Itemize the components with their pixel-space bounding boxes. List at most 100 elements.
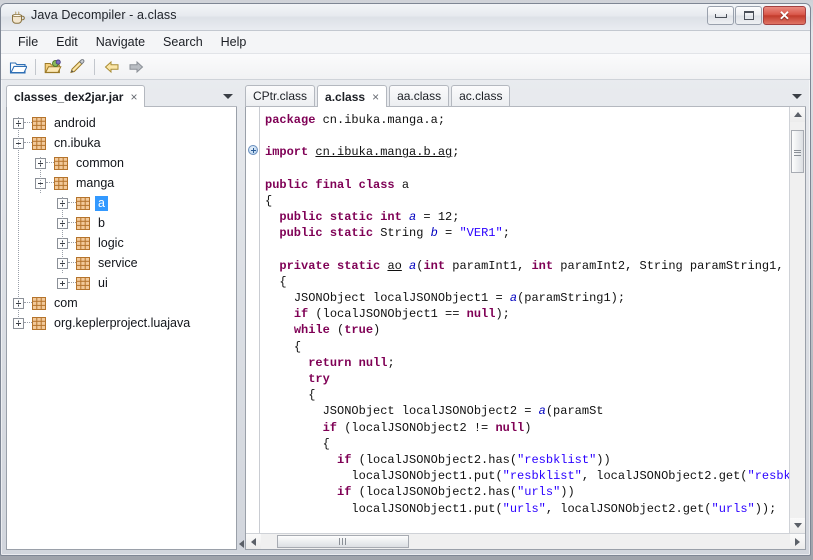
code-editor[interactable]: package cn.ibuka.manga.a; import cn.ibuk…	[245, 107, 806, 550]
code-line: if (localJSONObject1 == null);	[293, 307, 510, 322]
close-icon[interactable]: ×	[372, 90, 379, 104]
tree-item-com[interactable]: com	[7, 293, 236, 313]
jar-tab-bar: classes_dex2jar.jar ×	[6, 82, 237, 107]
tree-item-service[interactable]: service	[7, 253, 236, 273]
code-line: package cn.ibuka.manga.a;	[265, 113, 446, 127]
package-icon	[54, 176, 68, 190]
menu-item-help[interactable]: Help	[212, 33, 256, 51]
menu-item-navigate[interactable]: Navigate	[87, 33, 154, 51]
source-code-text[interactable]: package cn.ibuka.manga.a; import cn.ibuk…	[260, 107, 789, 533]
code-line: {	[265, 193, 273, 208]
tree-guide-line	[40, 157, 42, 193]
expand-plus-icon[interactable]	[248, 145, 258, 155]
scroll-up-button[interactable]	[790, 107, 805, 122]
maximize-button[interactable]	[735, 6, 762, 25]
code-line: return null;	[308, 355, 395, 370]
tree-item-android[interactable]: android	[7, 113, 236, 133]
close-icon[interactable]: ×	[130, 90, 137, 104]
open-folder-icon[interactable]	[7, 56, 29, 77]
open-type-icon[interactable]	[42, 56, 64, 77]
tree-connector	[68, 222, 76, 224]
back-arrow-icon[interactable]	[101, 56, 123, 77]
package-explorer-panel: classes_dex2jar.jar × android cn.ibuka com…	[1, 78, 237, 555]
package-icon	[32, 316, 46, 330]
panel-splitter[interactable]	[237, 78, 245, 555]
editor-horizontal-scrollbar[interactable]	[246, 533, 805, 549]
scroll-left-button[interactable]	[246, 534, 261, 549]
menu-item-edit[interactable]: Edit	[47, 33, 87, 51]
code-line: {	[322, 436, 330, 451]
window-controls: ✕	[707, 6, 806, 25]
code-line: try	[308, 372, 330, 386]
editor-tab-a[interactable]: a.class ×	[317, 85, 388, 107]
expand-plus-icon[interactable]	[57, 277, 68, 289]
tree-connector	[24, 122, 32, 124]
tree-connector	[24, 302, 32, 304]
code-line: import cn.ibuka.manga.b.ag;	[265, 145, 460, 160]
tree-item-label: a	[95, 195, 108, 211]
package-icon	[32, 136, 46, 150]
code-line: public static String b = "VER1";	[279, 226, 510, 241]
code-line: if (localJSONObject2.has("resbklist"))	[337, 452, 611, 467]
code-line: {	[293, 339, 302, 354]
source-editor-panel: CPtr.class a.class × aa.class ac.class p…	[245, 78, 810, 555]
tree-connector	[68, 242, 76, 244]
toolbar	[1, 54, 810, 80]
package-icon	[76, 256, 90, 270]
scroll-down-button[interactable]	[790, 518, 805, 533]
package-icon	[54, 156, 68, 170]
arrow-left-icon[interactable]	[238, 540, 244, 548]
forward-arrow-icon[interactable]	[125, 56, 147, 77]
tree-item-label: logic	[98, 235, 124, 250]
horizontal-scroll-thumb[interactable]	[276, 535, 410, 548]
menu-item-search[interactable]: Search	[154, 33, 212, 51]
code-line: private static ao a(int paramInt1, int p…	[279, 258, 789, 273]
package-tree-container[interactable]: android cn.ibuka common manga a b logic service…	[6, 107, 237, 550]
jar-tab-classes-dex2jar[interactable]: classes_dex2jar.jar ×	[6, 85, 146, 107]
menu-item-file[interactable]: File	[9, 33, 47, 51]
tree-item-a[interactable]: a	[7, 193, 236, 213]
edit-pencil-icon[interactable]	[66, 56, 88, 77]
editor-vertical-scrollbar[interactable]	[789, 107, 805, 533]
application-window: Java Decompiler - a.class ✕ File Edit Na…	[0, 3, 811, 556]
tree-item-org-keplerproject-luajava[interactable]: org.keplerproject.luajava	[7, 313, 236, 333]
vertical-scroll-thumb[interactable]	[791, 129, 804, 174]
tree-connector	[68, 282, 76, 284]
code-line: if (localJSONObject2 != null)	[322, 420, 532, 435]
menu-bar: File Edit Navigate Search Help	[1, 31, 810, 54]
arrow-down-icon	[793, 523, 802, 528]
tree-item-cn-ibuka[interactable]: cn.ibuka	[7, 133, 236, 153]
editor-tab-aa[interactable]: aa.class	[389, 85, 450, 106]
arrow-left-icon	[251, 537, 256, 546]
minimize-button[interactable]	[707, 6, 734, 25]
toolbar-separator	[35, 58, 36, 75]
tree-item-label: android	[54, 115, 96, 130]
fold-gutter[interactable]	[246, 107, 260, 533]
tree-item-label: com	[54, 295, 78, 310]
chevron-down-icon[interactable]	[790, 89, 804, 103]
code-line: if (localJSONObject2.has("urls"))	[337, 485, 575, 500]
code-line: {	[308, 388, 316, 403]
package-icon	[76, 276, 90, 290]
close-icon: ✕	[779, 8, 790, 23]
tree-item-ui[interactable]: ui	[7, 273, 236, 293]
maximize-icon	[743, 11, 754, 20]
tree-item-b[interactable]: b	[7, 213, 236, 233]
tree-item-logic[interactable]: logic	[7, 233, 236, 253]
editor-tab-ac[interactable]: ac.class	[451, 85, 511, 106]
tree-connector	[46, 162, 54, 164]
tree-connector	[24, 142, 32, 144]
arrow-up-icon	[793, 112, 802, 117]
close-button[interactable]: ✕	[763, 6, 806, 25]
editor-tab-bar: CPtr.class a.class × aa.class ac.class	[245, 82, 806, 107]
minimize-icon	[714, 13, 727, 18]
editor-tab-label: ac.class	[459, 89, 503, 103]
scroll-right-button[interactable]	[790, 534, 805, 549]
editor-tab-cptr[interactable]: CPtr.class	[245, 85, 316, 106]
package-icon	[76, 196, 90, 210]
code-line: JSONObject localJSONObject1 = a(paramStr…	[293, 291, 626, 306]
chevron-down-icon[interactable]	[221, 89, 235, 103]
